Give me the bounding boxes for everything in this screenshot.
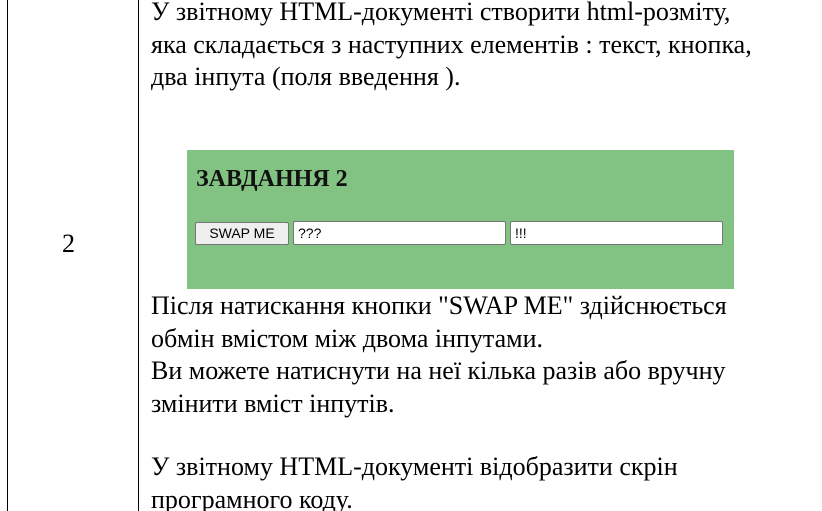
row-number: 2: [62, 229, 75, 258]
demo-title: ЗАВДАННЯ 2: [196, 166, 348, 192]
description-line: Після натискання кнопки "SWAP ME" здійсн…: [151, 291, 727, 320]
second-input[interactable]: [510, 221, 723, 245]
report-paragraph: У звітному HTML-документі відобразити ск…: [151, 451, 678, 511]
intro-paragraph: У звітному HTML-документі створити html-…: [151, 0, 752, 94]
intro-line: два інпута (поля введення ).: [151, 62, 461, 91]
description-line: обмін вмістом між двома інпутами.: [151, 323, 544, 353]
table-column-divider: [138, 0, 139, 511]
description-line: Ви можете натиснути на неї кілька разів …: [151, 356, 726, 385]
table-border-left: [7, 0, 8, 511]
intro-line: яка складається з наступних елементів : …: [151, 29, 752, 59]
description-paragraph: Після натискання кнопки "SWAP ME" здійсн…: [151, 290, 727, 420]
report-line: програмного коду.: [151, 484, 353, 511]
swap-button[interactable]: SWAP ME: [195, 222, 289, 245]
report-line: У звітному HTML-документі відобразити ск…: [151, 452, 678, 481]
intro-line: У звітному HTML-документі створити html-…: [151, 0, 731, 26]
first-input[interactable]: [293, 221, 506, 245]
document-page: 2 У звітному HTML-документі створити htm…: [0, 0, 822, 511]
description-line: змінити вміст інпутів.: [151, 388, 395, 418]
demo-screenshot: ЗАВДАННЯ 2 SWAP ME: [187, 150, 734, 289]
